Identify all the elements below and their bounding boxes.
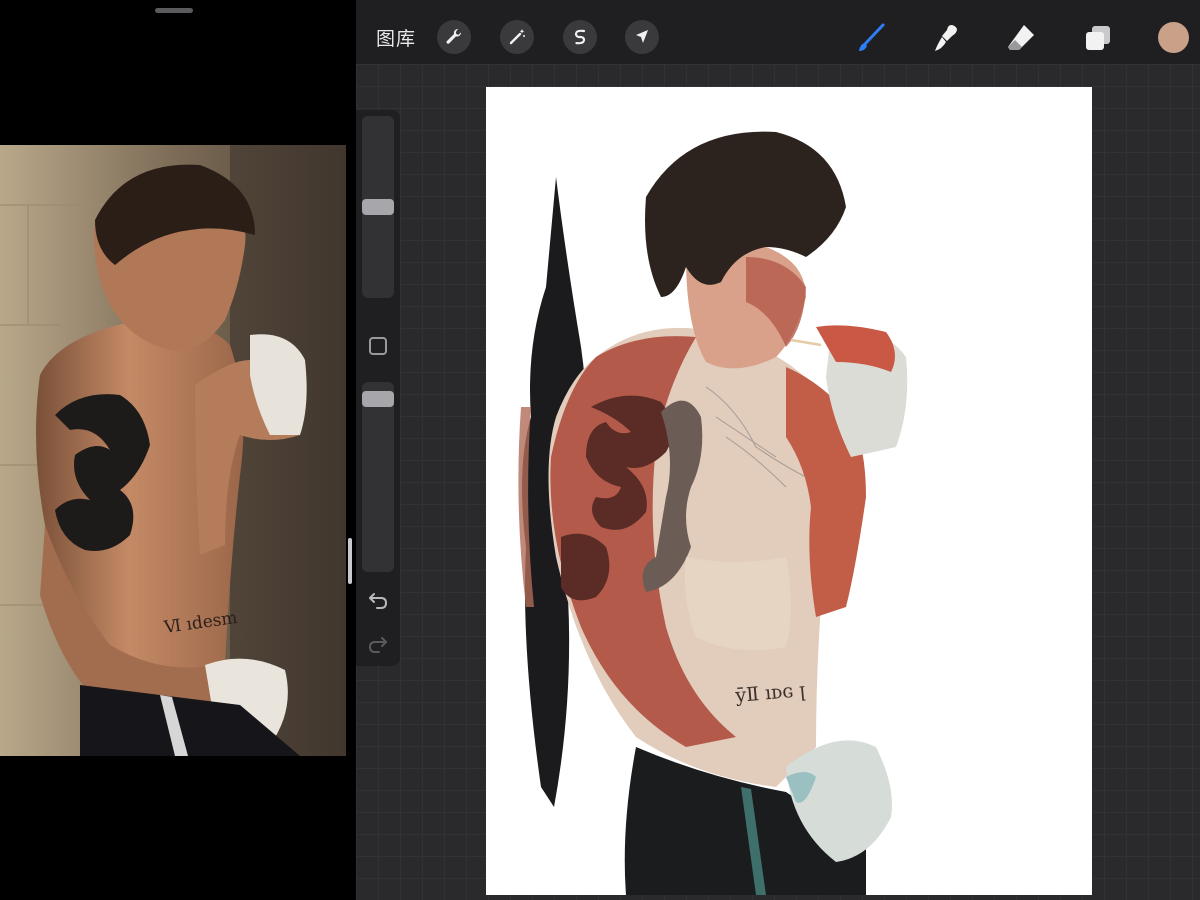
layers-icon <box>1086 26 1110 50</box>
opacity-slider[interactable] <box>362 382 394 572</box>
top-toolbar: 图库 <box>356 0 1200 64</box>
procreate-pane: 图库 ȳⅡ ıᴅɢ ꞁ <box>348 0 1200 900</box>
color-picker-swatch[interactable] <box>1158 22 1189 53</box>
selection-button[interactable] <box>563 20 597 54</box>
pane-grabber[interactable] <box>155 8 193 13</box>
redo-button[interactable] <box>366 632 390 656</box>
brush-icon <box>859 23 885 51</box>
smudge-button[interactable] <box>928 20 964 56</box>
adjustments-button[interactable] <box>500 20 534 54</box>
actions-button[interactable] <box>437 20 471 54</box>
wrench-icon <box>446 28 462 44</box>
undo-button[interactable] <box>366 588 390 612</box>
undo-icon <box>369 593 388 609</box>
eraser-button[interactable] <box>1003 20 1039 56</box>
layers-button[interactable] <box>1080 20 1116 56</box>
reference-photo: Ⅵ ıdesm <box>0 145 346 756</box>
arrow-cursor-icon <box>636 30 648 43</box>
brush-size-thumb[interactable] <box>362 199 394 215</box>
magic-wand-icon <box>509 29 525 45</box>
smudge-icon <box>935 25 957 51</box>
transform-button[interactable] <box>625 20 659 54</box>
square-icon[interactable] <box>369 337 387 355</box>
gallery-button[interactable]: 图库 <box>376 24 416 51</box>
selection-s-icon <box>573 29 586 45</box>
drawing-canvas[interactable]: ȳⅡ ıᴅɢ ꞁ <box>486 87 1092 895</box>
split-view-handle[interactable] <box>348 538 352 584</box>
redo-icon <box>368 637 387 653</box>
left-sidebar <box>348 110 400 666</box>
brush-button[interactable] <box>853 20 889 56</box>
brush-size-slider[interactable] <box>362 116 394 298</box>
opacity-thumb[interactable] <box>362 391 394 407</box>
eraser-icon <box>1008 25 1034 50</box>
reference-pane: Ⅵ ıdesm <box>0 0 356 900</box>
painting-art: ȳⅡ ıᴅɢ ꞁ <box>518 131 908 895</box>
reference-photo-art: Ⅵ ıdesm <box>0 145 346 756</box>
